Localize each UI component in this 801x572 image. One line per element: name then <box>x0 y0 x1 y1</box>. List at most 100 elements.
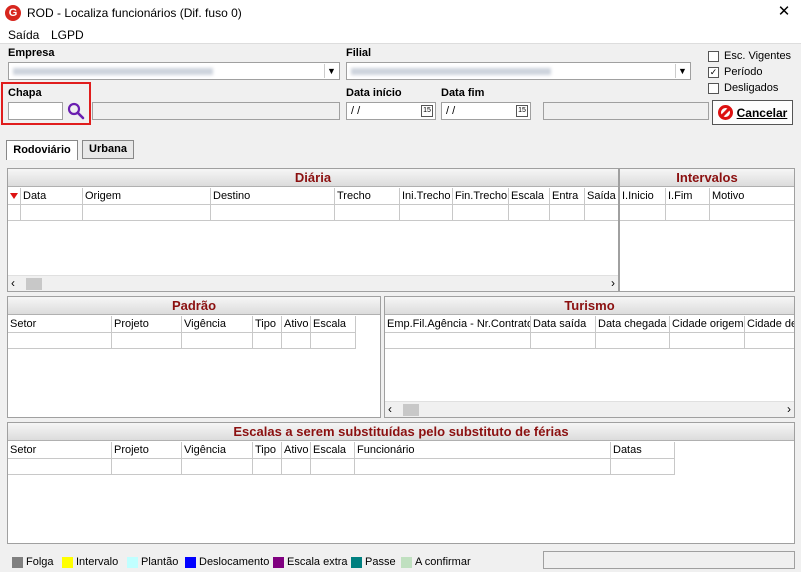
swatch-plantao <box>127 556 138 568</box>
legend-plantao: Plantão <box>127 556 178 568</box>
scroll-thumb[interactable] <box>26 278 42 290</box>
col-vigencia[interactable]: Vigência <box>182 316 253 332</box>
legend-intervalo: Intervalo <box>62 556 118 568</box>
col-funcionario[interactable]: Funcionário <box>355 442 611 458</box>
intervalos-header: I.Inicio I.Fim Motivo <box>620 188 794 205</box>
col-escala[interactable]: Escala <box>509 188 550 204</box>
data-inicio-value: / / <box>351 105 361 117</box>
desligados-checkbox[interactable]: Desligados <box>708 82 778 94</box>
scroll-right-icon[interactable]: › <box>787 402 791 416</box>
calendar-icon[interactable]: 15 <box>421 105 433 117</box>
chevron-down-icon[interactable]: ▼ <box>324 64 338 78</box>
scroll-right-icon[interactable]: › <box>611 276 615 290</box>
filial-redacted-value <box>351 68 551 75</box>
col-ativo[interactable]: Ativo <box>282 442 311 458</box>
swatch-passe <box>351 556 362 568</box>
col-datas[interactable]: Datas <box>611 442 675 458</box>
calendar-icon[interactable]: 15 <box>516 105 528 117</box>
col-origem[interactable]: Origem <box>83 188 211 204</box>
legend-deslocamento-label: Deslocamento <box>199 556 270 568</box>
col-tipo[interactable]: Tipo <box>253 442 282 458</box>
legend-a-confirmar: A confirmar <box>401 556 471 568</box>
padrao-header: Setor Projeto Vigência Tipo Ativo Escala <box>8 316 356 333</box>
cancel-button[interactable]: Cancelar <box>712 100 793 125</box>
close-button[interactable]: ✕ <box>772 2 796 22</box>
col-data[interactable]: Data <box>21 188 83 204</box>
col-trecho[interactable]: Trecho <box>335 188 400 204</box>
col-ativo[interactable]: Ativo <box>282 316 311 332</box>
turismo-hscroll[interactable]: ‹ › <box>385 401 794 417</box>
col-setor[interactable]: Setor <box>8 442 112 458</box>
filial-label: Filial <box>346 47 372 59</box>
table-row[interactable] <box>8 333 356 349</box>
escalas-title: Escalas a serem substituídas pelo substi… <box>8 423 794 441</box>
legend-escala-extra: Escala extra <box>273 556 348 568</box>
col-data-chegada[interactable]: Data chegada <box>596 316 670 332</box>
col-vigencia[interactable]: Vigência <box>182 442 253 458</box>
status-bar-field <box>543 551 795 569</box>
col-ini-trecho[interactable]: Ini.Trecho <box>400 188 453 204</box>
escalas-panel: Escalas a serem substituídas pelo substi… <box>7 422 795 544</box>
diaria-header: Data Origem Destino Trecho Ini.Trecho Fi… <box>8 188 618 205</box>
table-row[interactable] <box>8 459 675 475</box>
col-escala[interactable]: Escala <box>311 442 355 458</box>
periodo-label: Período <box>724 66 763 78</box>
legend-deslocamento: Deslocamento <box>185 556 269 568</box>
app-logo-icon: G <box>5 5 21 21</box>
col-setor[interactable]: Setor <box>8 316 112 332</box>
tab-rodoviario[interactable]: Rodoviário <box>6 140 78 160</box>
data-inicio-label: Data início <box>346 87 402 99</box>
checkbox-box[interactable] <box>708 50 719 62</box>
status-readonly-field <box>543 102 709 120</box>
table-row[interactable] <box>8 205 618 221</box>
col-data-saida[interactable]: Data saída <box>531 316 596 332</box>
swatch-a-confirmar <box>401 556 412 568</box>
col-projeto[interactable]: Projeto <box>112 316 182 332</box>
cancel-label: Cancelar <box>736 105 788 120</box>
col-i-fim[interactable]: I.Fim <box>666 188 710 204</box>
check-icon[interactable]: ✓ <box>708 66 719 78</box>
periodo-checkbox[interactable]: ✓ Período <box>708 66 763 78</box>
esc-vigentes-checkbox[interactable]: Esc. Vigentes <box>708 50 791 62</box>
padrao-title: Padrão <box>8 297 380 315</box>
menu-saida[interactable]: Saída <box>8 28 39 42</box>
turismo-header: Emp.Fil.Agência - Nr.Contrato Data saída… <box>385 316 794 333</box>
swatch-folga <box>12 556 23 568</box>
col-tipo[interactable]: Tipo <box>253 316 282 332</box>
diaria-hscroll[interactable]: ‹ › <box>8 275 618 291</box>
col-entra[interactable]: Entra <box>550 188 585 204</box>
col-i-inicio[interactable]: I.Inicio <box>620 188 666 204</box>
data-inicio-input[interactable]: / / 15 <box>346 102 436 120</box>
col-emp-fil-agencia[interactable]: Emp.Fil.Agência - Nr.Contrato <box>385 316 531 332</box>
col-motivo[interactable]: Motivo <box>710 188 794 204</box>
legend-passe-label: Passe <box>365 556 396 568</box>
col-projeto[interactable]: Projeto <box>112 442 182 458</box>
legend-folga-label: Folga <box>26 556 54 568</box>
checkbox-box[interactable] <box>708 82 719 94</box>
scroll-thumb[interactable] <box>403 404 419 416</box>
empresa-select[interactable]: ▼ <box>8 62 340 80</box>
menu-lgpd[interactable]: LGPD <box>51 28 84 42</box>
scroll-left-icon[interactable]: ‹ <box>11 276 15 290</box>
chevron-down-icon[interactable]: ▼ <box>675 64 689 78</box>
filial-select[interactable]: ▼ <box>346 62 691 80</box>
table-row[interactable] <box>620 205 794 221</box>
padrao-panel: Padrão Setor Projeto Vigência Tipo Ativo… <box>7 296 381 418</box>
sort-marker-icon <box>8 188 21 204</box>
intervalos-title: Intervalos <box>620 169 794 187</box>
table-row[interactable] <box>385 333 794 349</box>
col-destino[interactable]: Destino <box>211 188 335 204</box>
col-cidade-origem[interactable]: Cidade origem <box>670 316 745 332</box>
col-cidade-de[interactable]: Cidade de <box>745 316 794 332</box>
col-escala[interactable]: Escala <box>311 316 356 332</box>
diaria-panel: Diária Data Origem Destino Trecho Ini.Tr… <box>7 168 619 292</box>
col-fin-trecho[interactable]: Fin.Trecho <box>453 188 509 204</box>
scroll-left-icon[interactable]: ‹ <box>388 402 392 416</box>
legend-a-confirmar-label: A confirmar <box>415 556 471 568</box>
data-fim-input[interactable]: / / 15 <box>441 102 531 120</box>
title-bar: G ROD - Localiza funcionários (Dif. fuso… <box>0 0 801 26</box>
swatch-escala-extra <box>273 556 284 568</box>
col-saida[interactable]: Saída <box>585 188 618 204</box>
window-title: ROD - Localiza funcionários (Dif. fuso 0… <box>27 6 242 20</box>
tab-urbana[interactable]: Urbana <box>82 140 134 159</box>
